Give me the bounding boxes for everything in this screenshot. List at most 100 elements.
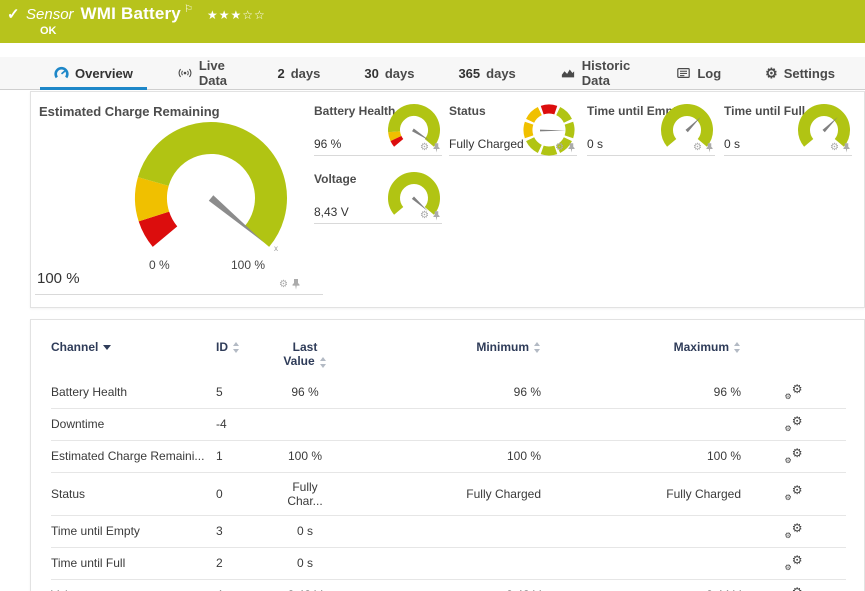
sort-desc-icon	[103, 345, 111, 350]
channel-maximum	[541, 547, 741, 579]
tab-label: Log	[697, 66, 721, 81]
pin-icon[interactable]	[433, 143, 440, 153]
column-header-channel[interactable]: Channel	[51, 338, 216, 377]
tab-2-days[interactable]: 2 days	[263, 57, 334, 89]
tab-label: Settings	[784, 66, 835, 81]
channel-id: 2	[216, 547, 274, 579]
channels-table: Channel ID Last Value Minimum Maximum	[51, 338, 846, 591]
channels-table-panel: Channel ID Last Value Minimum Maximum	[30, 319, 865, 591]
mini-gauge-status[interactable]: Status Fully Charged ⚙	[449, 104, 577, 156]
table-row: Time until Full 2 0 s ⚙⚙	[51, 547, 846, 579]
tab-overview[interactable]: Overview	[40, 57, 147, 89]
channel-maximum	[541, 408, 741, 440]
tab-30-days[interactable]: 30 days	[350, 57, 428, 89]
tab-label: Live Data	[199, 58, 234, 88]
mini-gauge-battery-health[interactable]: Battery Health 96 % ⚙	[314, 104, 442, 156]
gauge-icon	[54, 66, 69, 81]
live-data-icon	[177, 66, 193, 80]
pin-icon[interactable]	[843, 143, 850, 153]
channel-name: Time until Full	[51, 547, 216, 579]
tab-historic-data[interactable]: Historic Data	[546, 57, 647, 89]
table-row: Battery Health 5 96 % 96 % 96 % ⚙⚙	[51, 377, 846, 409]
table-row: Status 0 Fully Char... Fully Charged Ful…	[51, 472, 846, 515]
sort-icon	[734, 342, 741, 353]
column-header-id[interactable]: ID	[216, 338, 274, 377]
edit-channel-icon[interactable]: ⚙⚙	[785, 587, 803, 591]
pin-icon[interactable]	[433, 211, 440, 221]
column-header-minimum[interactable]: Minimum	[336, 338, 541, 377]
channel-minimum: Fully Charged	[336, 472, 541, 515]
tab-settings[interactable]: ⚙ Settings	[751, 57, 849, 89]
gauge-settings-icon[interactable]: ⚙	[555, 143, 564, 153]
tab-365-days[interactable]: 365 days	[444, 57, 529, 89]
sort-icon	[534, 342, 541, 353]
primary-gauge-estimated-charge[interactable]: Estimated Charge Remaining x 0 % 100 % 1…	[31, 92, 331, 297]
tab-label: days	[385, 66, 415, 81]
priority-flag-icon[interactable]: ⚐	[184, 4, 193, 15]
tab-label: days	[291, 66, 321, 81]
channel-last-value: 96 %	[274, 377, 336, 409]
channel-minimum	[336, 547, 541, 579]
tab-bar: Overview Live Data 2 days 30 days 365 da…	[0, 57, 865, 90]
edit-channel-icon[interactable]: ⚙⚙	[785, 555, 803, 569]
tab-log[interactable]: Log	[662, 57, 735, 89]
channel-name: Status	[51, 472, 216, 515]
channel-id: 5	[216, 377, 274, 409]
gauge-title: Status	[449, 104, 486, 118]
edit-channel-icon[interactable]: ⚙⚙	[785, 523, 803, 537]
channel-last-value	[274, 408, 336, 440]
tab-live-data[interactable]: Live Data	[163, 57, 248, 89]
table-row: Time until Empty 3 0 s ⚙⚙	[51, 515, 846, 547]
gauge-title: Estimated Charge Remaining	[39, 104, 220, 119]
gear-icon: ⚙	[765, 66, 778, 80]
divider	[35, 294, 323, 295]
channel-maximum: 96 %	[541, 377, 741, 409]
gauge-title: Voltage	[314, 172, 356, 186]
mini-gauge-time-until-empty[interactable]: Time until Empty 0 s ⚙	[587, 104, 715, 156]
channel-maximum	[541, 515, 741, 547]
channel-maximum: 8,44 V	[541, 579, 741, 591]
pin-icon[interactable]	[292, 279, 300, 290]
column-header-maximum[interactable]: Maximum	[541, 338, 741, 377]
tab-label: Overview	[75, 66, 133, 81]
table-row: Downtime -4 ⚙⚙	[51, 408, 846, 440]
channel-minimum	[336, 515, 541, 547]
pin-icon[interactable]	[568, 143, 575, 153]
pin-icon[interactable]	[706, 143, 713, 153]
overview-gauges-panel: Estimated Charge Remaining x 0 % 100 % 1…	[30, 91, 865, 308]
object-kind-label: Sensor	[26, 6, 74, 23]
channel-maximum: 100 %	[541, 440, 741, 472]
sensor-status-text: OK	[40, 25, 57, 37]
channel-name: Voltage	[51, 579, 216, 591]
edit-channel-icon[interactable]: ⚙⚙	[785, 384, 803, 398]
channel-minimum	[336, 408, 541, 440]
mini-gauge-voltage[interactable]: Voltage 8,43 V ⚙	[314, 172, 442, 224]
gauge-value: 96 %	[314, 137, 341, 151]
gauge-dial	[131, 118, 291, 278]
edit-channel-icon[interactable]: ⚙⚙	[785, 416, 803, 430]
gauge-settings-icon[interactable]: ⚙	[693, 143, 702, 153]
table-row: Voltage 4 8,43 V 8,43 V 8,44 V ⚙⚙	[51, 579, 846, 591]
channel-name: Downtime	[51, 408, 216, 440]
channel-last-value: Fully Char...	[274, 472, 336, 515]
edit-channel-icon[interactable]: ⚙⚙	[785, 448, 803, 462]
needle-tip-marker: x	[274, 244, 278, 253]
channel-name: Time until Empty	[51, 515, 216, 547]
gauge-settings-icon[interactable]: ⚙	[830, 143, 839, 153]
channel-last-value: 100 %	[274, 440, 336, 472]
mini-gauge-time-until-full[interactable]: Time until Full 0 s ⚙	[724, 104, 852, 156]
ok-check-icon: ✓	[7, 5, 20, 23]
channel-maximum: Fully Charged	[541, 472, 741, 515]
channel-name: Estimated Charge Remaini...	[51, 440, 216, 472]
sensor-title: WMI Battery	[81, 4, 181, 23]
gauge-settings-icon[interactable]: ⚙	[420, 211, 429, 221]
channel-last-value: 8,43 V	[274, 579, 336, 591]
gauge-settings-icon[interactable]: ⚙	[279, 280, 288, 290]
priority-stars[interactable]: ★★★☆☆	[207, 8, 266, 22]
edit-channel-icon[interactable]: ⚙⚙	[785, 485, 803, 499]
column-header-last-value[interactable]: Last Value	[274, 338, 336, 377]
gauge-settings-icon[interactable]: ⚙	[420, 143, 429, 153]
sort-icon	[233, 342, 240, 353]
gauge-scale-min: 0 %	[149, 258, 170, 272]
tab-label: Historic Data	[582, 58, 633, 88]
